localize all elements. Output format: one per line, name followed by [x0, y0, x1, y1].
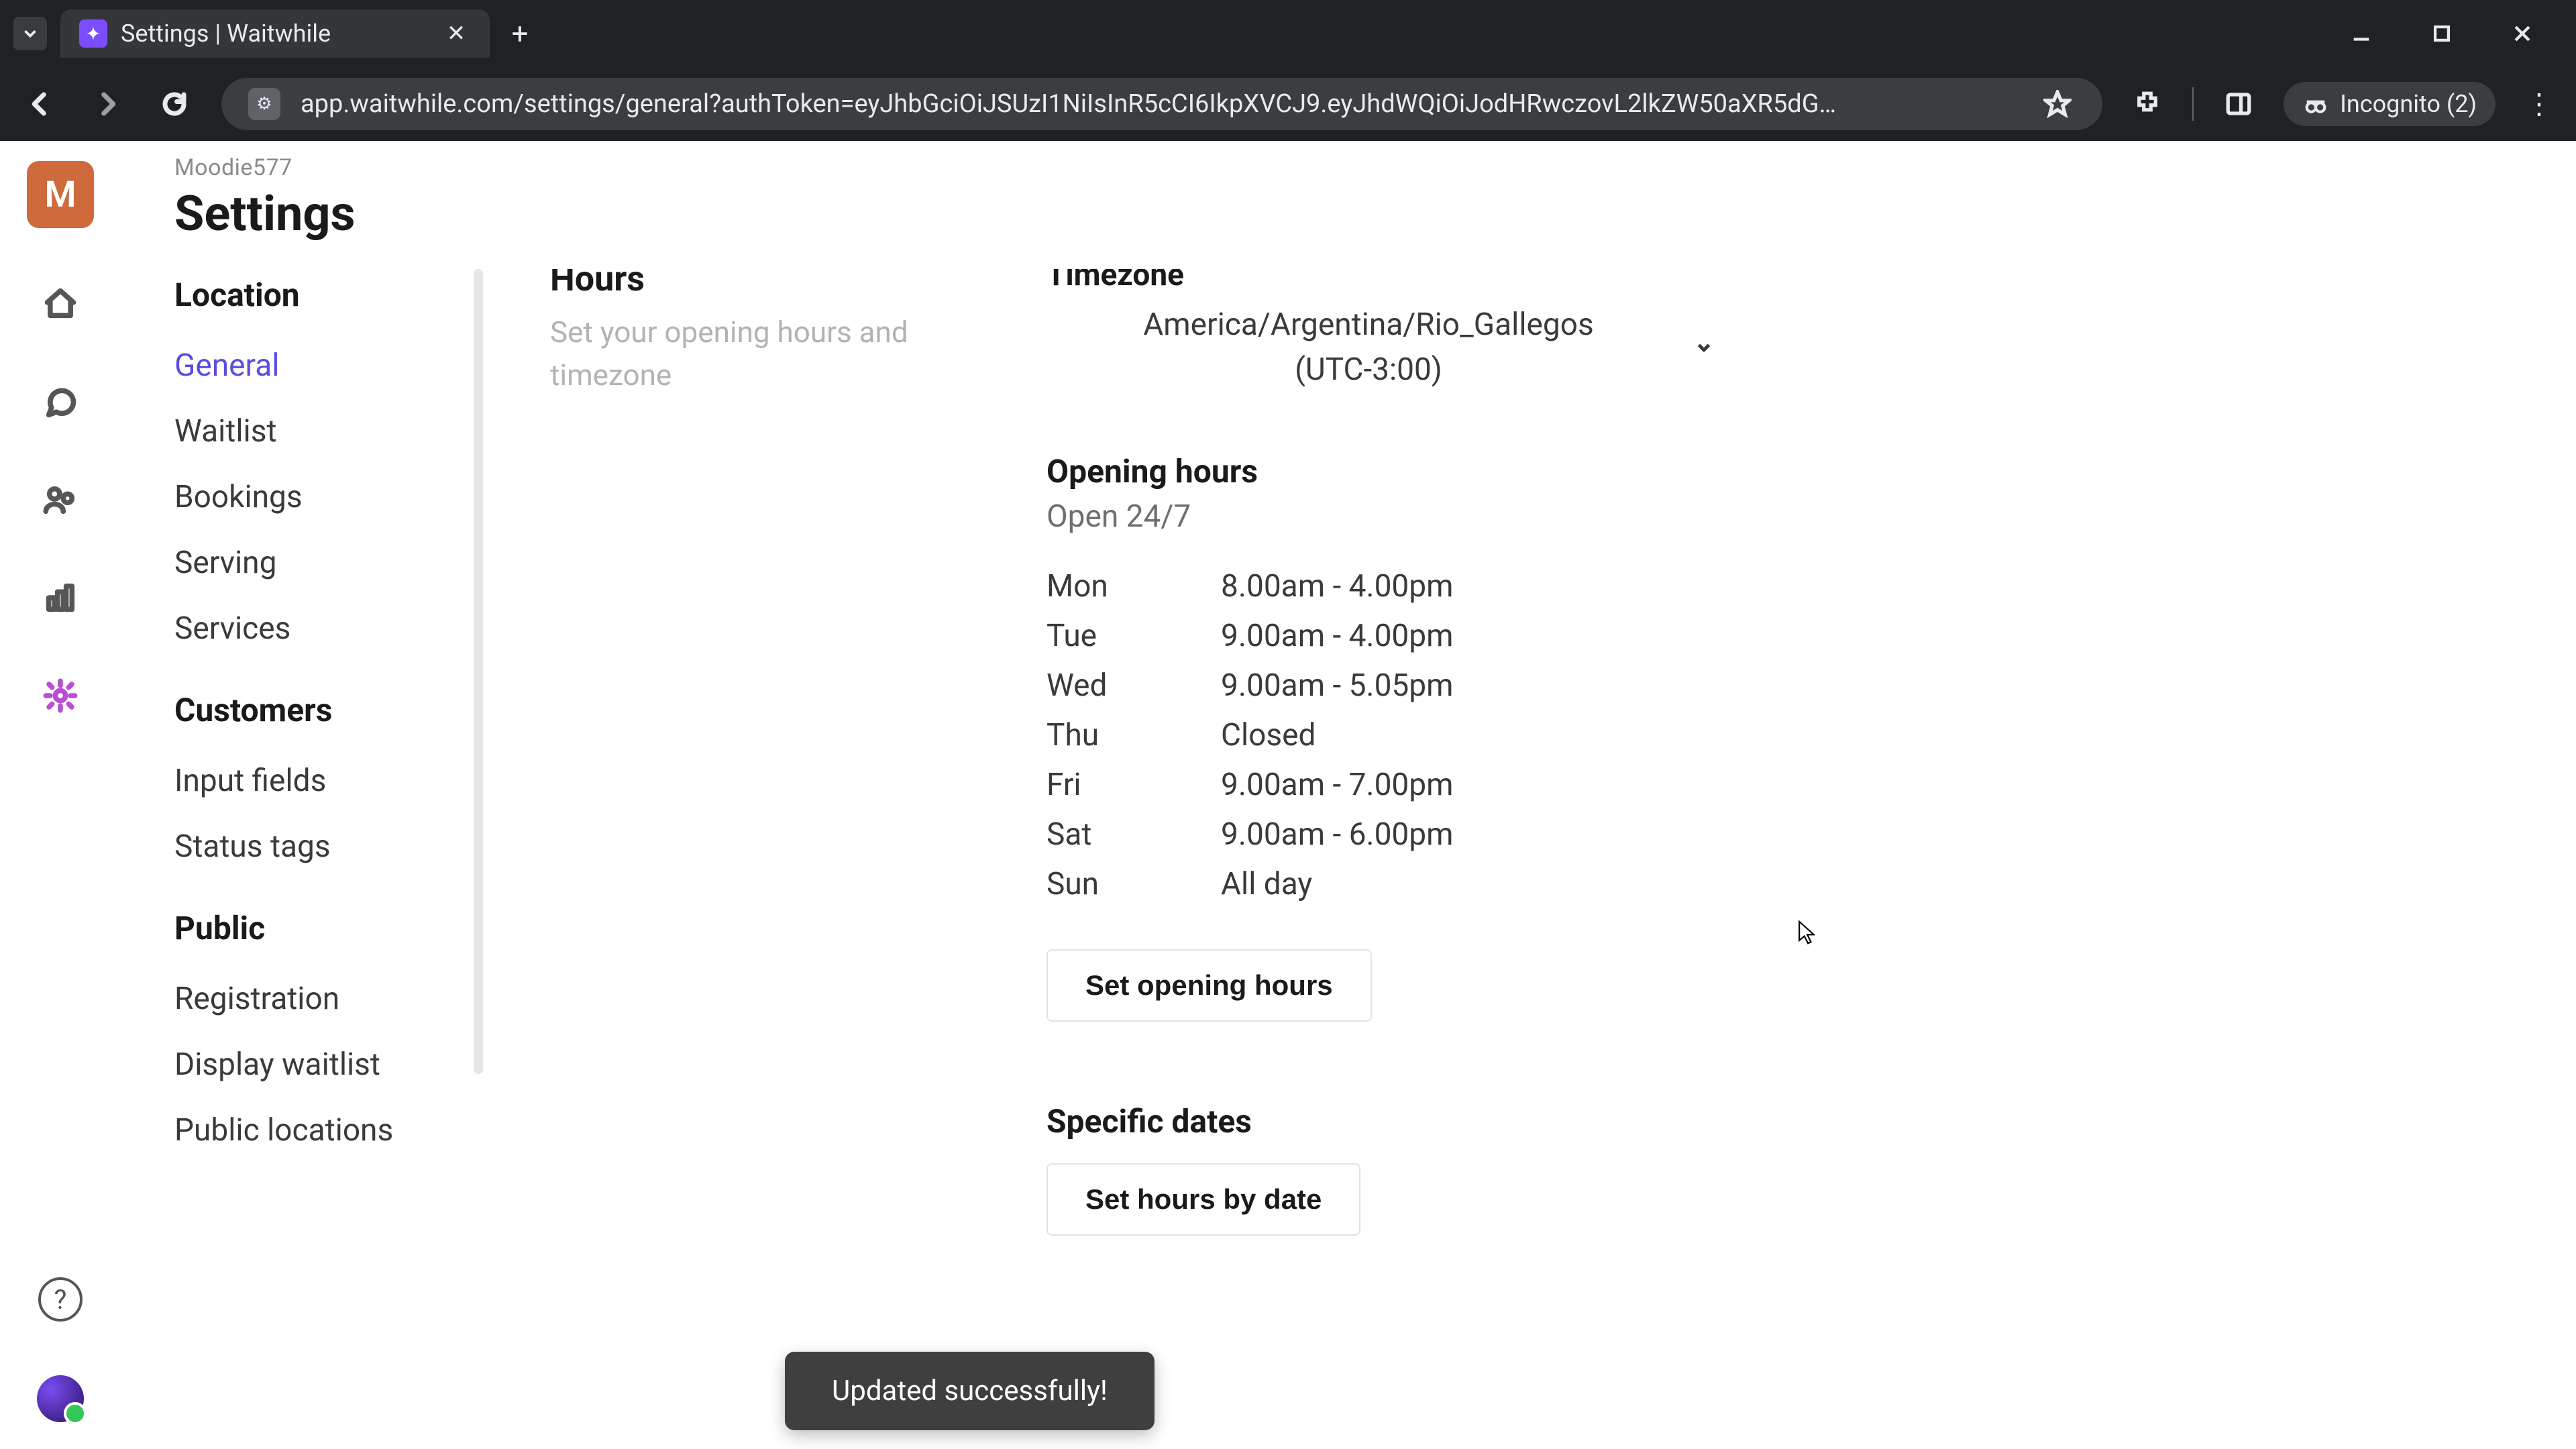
org-badge[interactable]: M [27, 161, 94, 228]
incognito-label: Incognito (2) [2340, 90, 2477, 118]
opening-hours-sub: Open 24/7 [1046, 498, 1717, 535]
opening-hours-label: Opening hours [1046, 452, 1717, 490]
timezone-value-line1: America/Argentina/Rio_Gallegos [1143, 307, 1593, 343]
toast-success: Updated successfully! [785, 1352, 1155, 1430]
set-hours-by-date-button[interactable]: Set hours by date [1046, 1163, 1360, 1236]
hours-row: Fri 9.00am - 7.00pm [1046, 760, 1717, 810]
users-icon[interactable] [38, 478, 83, 522]
sidebar-item-input-fields[interactable]: Input fields [174, 748, 456, 814]
toast-message: Updated successfully! [832, 1375, 1108, 1407]
sidebar-item-services[interactable]: Services [174, 596, 456, 661]
sidebar-item-public-locations[interactable]: Public locations [174, 1097, 456, 1163]
timezone-value: America/Argentina/Rio_Gallegos (UTC-3:00… [1046, 303, 1690, 392]
hours-row: Tue 9.00am - 4.00pm [1046, 611, 1717, 661]
hours-day: Mon [1046, 568, 1147, 604]
tab-strip: ✦ Settings | Waitwhile ✕ + [0, 0, 2576, 67]
help-icon[interactable]: ? [38, 1277, 83, 1322]
tab-close-icon[interactable]: ✕ [441, 19, 471, 48]
sidebar-item-status-tags[interactable]: Status tags [174, 814, 456, 879]
toolbar-separator [2192, 87, 2194, 121]
section-head-hours: Hours Set your opening hours and timezon… [550, 269, 966, 1236]
extensions-icon[interactable] [2129, 86, 2165, 122]
specific-dates-label: Specific dates [1046, 1102, 1717, 1140]
sidebar-item-bookings[interactable]: Bookings [174, 464, 456, 530]
tab-title: Settings | Waitwhile [121, 19, 428, 48]
section-body-hours: Timezone America/Argentina/Rio_Gallegos … [1046, 269, 1717, 1236]
hours-value: 8.00am - 4.00pm [1221, 568, 1453, 604]
hours-value: 9.00am - 4.00pm [1221, 618, 1453, 654]
page-title: Settings [174, 185, 2576, 242]
browser-toolbar: ⚙ app.waitwhile.com/settings/general?aut… [0, 67, 2576, 141]
mouse-cursor-icon [1798, 920, 1815, 945]
hours-row: Sun All day [1046, 859, 1717, 909]
settings-content: Hours Set your opening hours and timezon… [483, 269, 2576, 1449]
hours-row: Wed 9.00am - 5.05pm [1046, 661, 1717, 710]
window-close-icon[interactable] [2502, 13, 2542, 54]
hours-row: Thu Closed [1046, 710, 1717, 760]
sidebar-item-registration[interactable]: Registration [174, 966, 456, 1032]
browser-chrome: ✦ Settings | Waitwhile ✕ + ⚙ app.waitwhi… [0, 0, 2576, 141]
window-maximize-icon[interactable] [2422, 13, 2462, 54]
tab-search-dropdown[interactable] [13, 17, 47, 50]
side-panel-icon[interactable] [2220, 86, 2257, 122]
hours-value: 9.00am - 5.05pm [1221, 667, 1453, 704]
hours-day: Wed [1046, 667, 1147, 704]
timezone-value-line2: (UTC-3:00) [1295, 352, 1442, 388]
analytics-icon[interactable] [38, 576, 83, 620]
favicon-icon: ✦ [79, 19, 107, 48]
app-root: M ? Moodie577 Settings Location General … [0, 141, 2576, 1449]
org-name: Moodie577 [174, 154, 2576, 181]
hours-day: Fri [1046, 767, 1147, 803]
hours-value: 9.00am - 7.00pm [1221, 767, 1453, 803]
browser-menu-icon[interactable]: ⋮ [2522, 87, 2556, 121]
url-text: app.waitwhile.com/settings/general?authT… [301, 89, 2019, 119]
hours-value: 9.00am - 6.00pm [1221, 816, 1453, 853]
incognito-chip[interactable]: Incognito (2) [2284, 82, 2496, 126]
window-minimize-icon[interactable] [2341, 13, 2381, 54]
user-avatar[interactable] [37, 1375, 84, 1422]
section-desc-hours: Set your opening hours and timezone [550, 311, 966, 397]
hours-row: Sat 9.00am - 6.00pm [1046, 810, 1717, 859]
bookmark-star-icon[interactable] [2039, 86, 2076, 122]
sidebar-group-public: Public [174, 909, 456, 947]
home-icon[interactable] [38, 282, 83, 326]
hours-day: Tue [1046, 618, 1147, 654]
sidebar-group-location: Location [174, 276, 456, 314]
new-tab-button[interactable]: + [503, 17, 537, 50]
sidebar-item-waitlist[interactable]: Waitlist [174, 398, 456, 464]
chat-icon[interactable] [38, 380, 83, 424]
opening-hours-table: Mon 8.00am - 4.00pm Tue 9.00am - 4.00pm We… [1046, 561, 1717, 909]
hours-value: Closed [1221, 717, 1316, 753]
hours-day: Thu [1046, 717, 1147, 753]
sidebar-item-display-waitlist[interactable]: Display waitlist [174, 1032, 456, 1097]
window-controls [2341, 13, 2563, 54]
hours-day: Sat [1046, 816, 1147, 853]
nav-reload-icon[interactable] [154, 84, 195, 124]
timezone-select[interactable]: America/Argentina/Rio_Gallegos (UTC-3:00… [1046, 303, 1717, 392]
sidebar-item-general[interactable]: General [174, 333, 456, 398]
address-bar[interactable]: ⚙ app.waitwhile.com/settings/general?aut… [221, 78, 2102, 130]
set-opening-hours-button[interactable]: Set opening hours [1046, 949, 1372, 1022]
hours-row: Mon 8.00am - 4.00pm [1046, 561, 1717, 611]
settings-sidebar: Location General Waitlist Bookings Servi… [121, 269, 483, 1449]
settings-icon[interactable] [38, 674, 83, 718]
sidebar-item-serving[interactable]: Serving [174, 530, 456, 596]
chevron-down-icon [1690, 334, 1717, 361]
sidebar-group-customers: Customers [174, 691, 456, 729]
page-header: Moodie577 Settings [121, 141, 2576, 269]
site-info-icon[interactable]: ⚙ [248, 88, 280, 120]
section-title-hours: Hours [550, 269, 966, 299]
hours-value: All day [1221, 866, 1312, 902]
browser-tab[interactable]: ✦ Settings | Waitwhile ✕ [60, 9, 490, 58]
nav-forward-icon[interactable] [87, 84, 127, 124]
nav-back-icon[interactable] [20, 84, 60, 124]
hours-day: Sun [1046, 866, 1147, 902]
timezone-label: Timezone [1046, 269, 1717, 293]
nav-rail: M ? [0, 141, 121, 1449]
